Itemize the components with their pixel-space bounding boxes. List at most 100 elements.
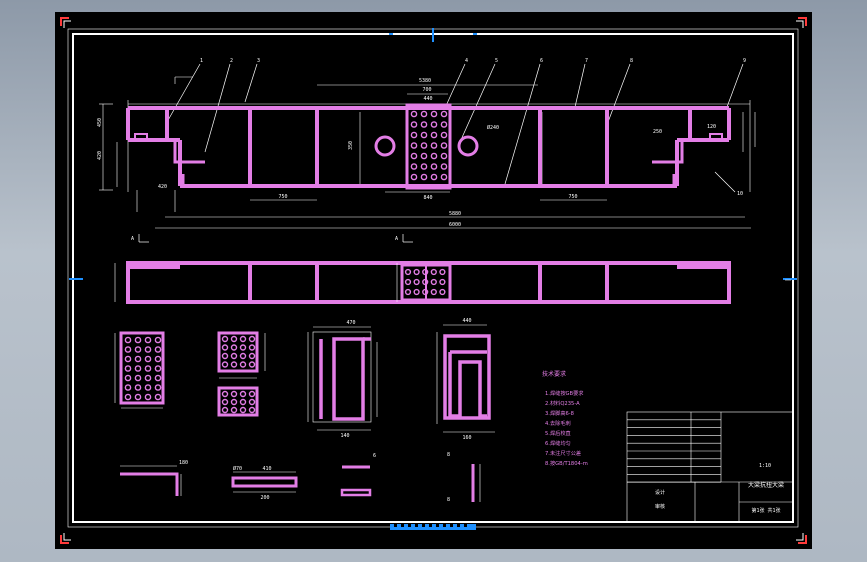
- detail-dim-d11: 8: [447, 452, 450, 458]
- title-block-drawing-name: 大梁抗扭大梁: [748, 481, 784, 489]
- note-line-3: 3.焊脚高6-8: [545, 409, 574, 417]
- bolt-hole: [230, 335, 238, 343]
- bolt-hole: [144, 384, 152, 391]
- lightening-hole-right: [457, 135, 479, 157]
- bolt-hole: [134, 374, 142, 382]
- detail-gusset: 8 8: [447, 452, 481, 503]
- bolt-hole: [134, 355, 142, 363]
- bolt-hole: [430, 278, 437, 286]
- bolt-hole: [440, 173, 448, 181]
- bolt-hole: [154, 384, 162, 391]
- bolt-hole: [124, 393, 132, 401]
- note-line-6: 6.焊缝均匀: [545, 439, 571, 447]
- section-mark-a-left: A: [131, 236, 134, 242]
- bolt-hole: [144, 374, 152, 382]
- bolt-hole: [124, 384, 132, 391]
- detail-dim-d5: 410: [262, 466, 271, 472]
- bolt-hole: [420, 121, 428, 128]
- dim-height-2: 420: [97, 151, 103, 160]
- bolt-hole: [440, 121, 448, 128]
- bolt-hole: [221, 398, 229, 406]
- cad-drawing-sheet: 5380 700 440 750 750 840 5880 6000 Ø240 …: [55, 12, 812, 549]
- title-block-designer: 设计: [655, 489, 665, 496]
- bolt-hole: [440, 110, 448, 118]
- detail-dim-d1: 470: [346, 320, 355, 326]
- technical-notes: 技术要求 1.焊缝按GB要求 2.材料Q235-A 3.焊脚高6-8 4.去除毛…: [542, 370, 588, 467]
- bolt-hole: [439, 288, 446, 296]
- dim-bay-right: 750: [568, 194, 577, 200]
- bolt-hole: [230, 352, 238, 360]
- bolt-hole: [248, 352, 256, 360]
- leader-1: 1: [200, 58, 203, 64]
- bolt-hole: [248, 406, 256, 414]
- bolt-hole: [404, 268, 412, 276]
- detail-bar: 6: [340, 453, 376, 497]
- bolt-hole: [440, 142, 448, 149]
- bolt-hole: [134, 393, 142, 401]
- note-line-7: 7.未注尺寸公差: [545, 449, 581, 457]
- bolt-hole: [430, 110, 438, 118]
- bolt-hole: [420, 173, 428, 181]
- bolt-hole: [439, 278, 446, 286]
- note-line-1: 1.焊缝按GB要求: [545, 389, 584, 397]
- notes-heading: 技术要求: [542, 370, 566, 378]
- bolt-hole: [230, 344, 238, 351]
- dim-center-bottom: 840: [423, 195, 432, 201]
- detail-dim-d3: 140: [340, 433, 349, 439]
- bolt-hole: [239, 352, 247, 360]
- bolt-hole: [404, 288, 412, 296]
- bolt-hole: [239, 361, 247, 368]
- bolt-hole: [420, 142, 428, 149]
- bolt-hole: [134, 384, 142, 391]
- dim-middle-span: 700: [422, 87, 431, 93]
- bolt-hole: [134, 336, 142, 344]
- bolt-hole: [440, 163, 448, 170]
- bolt-hole: [230, 390, 238, 398]
- title-block-scale: 1:10: [759, 463, 771, 469]
- note-line-4: 4.去除毛刺: [545, 419, 571, 427]
- dim-upper-span: 5380: [419, 78, 431, 84]
- bolt-hole: [440, 131, 448, 139]
- bolt-hole: [221, 352, 229, 360]
- dim-bay-left: 750: [278, 194, 287, 200]
- dim-overall-length: 6000: [449, 222, 461, 228]
- bolt-hole: [154, 365, 162, 372]
- bolt-hole: [124, 374, 132, 382]
- bolt-hole: [230, 361, 238, 368]
- bolt-hole: [221, 335, 229, 343]
- bolt-hole: [124, 355, 132, 363]
- bolt-hole: [239, 335, 247, 343]
- bolt-hole: [239, 406, 247, 414]
- leader-7: 7: [585, 58, 588, 64]
- bolt-hole: [420, 152, 428, 160]
- leader-2: 2: [230, 58, 233, 64]
- bolt-hole: [440, 152, 448, 160]
- lightening-hole-left: [374, 135, 396, 157]
- bolt-hole: [410, 142, 418, 149]
- bolt-hole: [410, 163, 418, 170]
- detail-dim-d7: 180: [179, 460, 188, 466]
- bolt-hole: [144, 393, 152, 401]
- bolt-hole: [154, 374, 162, 382]
- bolt-hole: [154, 393, 162, 401]
- dim-span: 5880: [449, 211, 461, 217]
- bolt-hole: [239, 398, 247, 406]
- bolt-hole: [239, 344, 247, 351]
- dim-height-3: 350: [348, 141, 354, 150]
- bolt-hole: [413, 268, 420, 276]
- bolt-hole: [230, 406, 238, 414]
- bolt-hole: [134, 346, 142, 353]
- plan-view: [114, 261, 791, 304]
- bolt-hole: [410, 152, 418, 160]
- corner-marks: [60, 17, 807, 544]
- bolt-hole: [439, 268, 446, 276]
- detail-angle-1: 180: [120, 460, 188, 496]
- bolt-hole: [230, 398, 238, 406]
- bolt-hole: [410, 110, 418, 118]
- detail-channel: 410 200 Ø70: [231, 465, 298, 501]
- bolt-hole: [221, 390, 229, 398]
- note-line-2: 2.材料Q235-A: [545, 399, 580, 407]
- bolt-hole: [248, 335, 256, 343]
- dim-end-2: 120: [707, 124, 716, 130]
- bolt-hole: [144, 346, 152, 353]
